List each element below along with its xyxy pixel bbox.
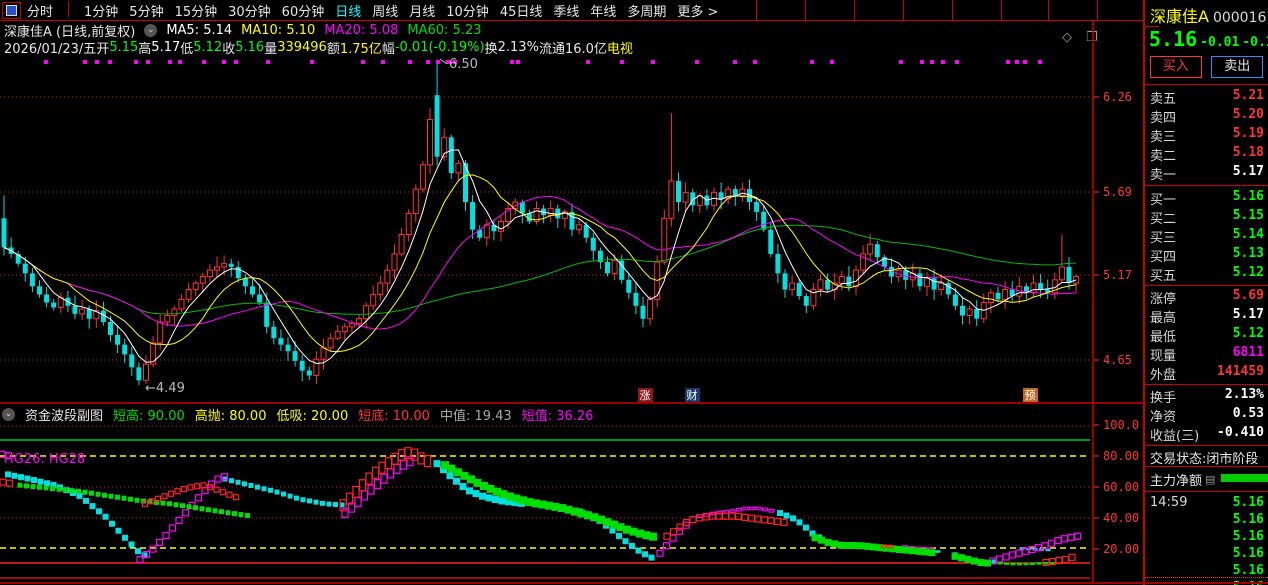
svg-text:5.69: 5.69 [1103, 185, 1132, 199]
indicator-param: 短值: 36.26 [522, 405, 594, 424]
sell-button[interactable]: 卖出 [1211, 56, 1263, 78]
panel-divider [1145, 384, 1268, 385]
tick-row: 14:595.16 [1145, 495, 1268, 513]
trade-status: 交易状态:闭市阶段 [1150, 448, 1258, 467]
stat-row: 最高5.17 [1145, 307, 1268, 325]
svg-text:60.00: 60.00 [1103, 480, 1139, 494]
svg-text:4.65: 4.65 [1103, 353, 1132, 367]
bid-row: 买一5.16 [1145, 189, 1268, 207]
price-change: -0.01 [1200, 35, 1239, 50]
svg-text:6.26: 6.26 [1103, 90, 1132, 104]
tick-row: 5.16 [1145, 563, 1268, 581]
stat-row: 涨停5.69 [1145, 288, 1268, 306]
svg-text:涨: 涨 [640, 389, 651, 402]
svg-text:←4.49: ←4.49 [145, 381, 185, 396]
ask-row: 卖四5.20 [1145, 107, 1268, 125]
buy-button[interactable]: 买入 [1150, 56, 1202, 78]
bid-row: 买三5.14 [1145, 227, 1268, 245]
svg-text:100.0: 100.0 [1103, 418, 1139, 432]
svg-text:80.00: 80.00 [1103, 449, 1139, 463]
last-price: 5.16-0.01-0.19 [1149, 27, 1268, 51]
trading-app-window: 分时1分钟5分钟15分钟30分钟60分钟日线周线月线10分钟45日线季线年线多周… [0, 0, 1268, 585]
svg-text:6.50: 6.50 [449, 57, 478, 72]
sub-indicator-header: ⌄ 资金波段副图短高: 90.00 高抛: 80.00 低吸: 20.00 短底: 10… [2, 405, 593, 423]
stat-row: 现量6811 [1145, 345, 1268, 363]
ask-row: 卖一5.17 [1145, 164, 1268, 182]
indicator-param: 短高: 90.00 [113, 405, 185, 424]
ask-row: 卖三5.19 [1145, 126, 1268, 144]
stat-row: 最低5.12 [1145, 326, 1268, 344]
indicator-param: 短底: 10.00 [358, 405, 430, 424]
panel-divider [1145, 285, 1268, 286]
svg-text:40.00: 40.00 [1103, 511, 1139, 525]
quote-panel: 深康佳A000016 5.16-0.01-0.19 买入 卖出 卖五5.21卖四… [1143, 0, 1268, 585]
tick-row: 5.16 [1145, 512, 1268, 530]
stat-row: 外盘141459 [1145, 364, 1268, 382]
indicator-param: 高抛: 80.00 [195, 405, 267, 424]
tick-row: 5.16 [1145, 529, 1268, 547]
price-change-pct: -0.19 [1242, 35, 1268, 50]
indicator-param: 低吸: 20.00 [276, 405, 348, 424]
ask-row: 卖二5.18 [1145, 145, 1268, 163]
stat-row: 收益(三)-0.410 [1145, 425, 1268, 443]
main-chart-canvas: 6.26 5.69 5.17 4.65 100.0 80.00 60.00 40.00 20.0… [0, 0, 1143, 585]
list-icon[interactable]: ▤ [1205, 473, 1215, 486]
stock-code: 000016 [1213, 10, 1266, 26]
panel-divider [1145, 445, 1268, 446]
stat-row: 换手2.13% [1145, 387, 1268, 405]
panel-divider [1145, 185, 1268, 186]
svg-text:财: 财 [687, 388, 698, 402]
bid-row: 买二5.15 [1145, 208, 1268, 226]
panel-divider [1145, 491, 1268, 492]
stock-name: 深康佳A000016 [1150, 3, 1266, 27]
bid-row: 买四5.13 [1145, 246, 1268, 264]
svg-text:20.00: 20.00 [1103, 542, 1139, 556]
main-net-row: 主力净额 ▤ [1150, 470, 1215, 489]
tick-row: 5.16 [1145, 546, 1268, 564]
net-inflow-bar [1221, 474, 1268, 482]
indicator-param: 资金波段副图 [25, 405, 103, 424]
collapse-icon[interactable]: ⌄ [2, 408, 15, 421]
sub-indicator-series-label: HG26: HG28 [4, 452, 85, 467]
svg-text:5.17: 5.17 [1103, 268, 1132, 282]
bid-row: 买五5.12 [1145, 265, 1268, 283]
indicator-param: 中值: 19.43 [440, 405, 512, 424]
panel-divider [1145, 84, 1268, 85]
ask-row: 卖五5.21 [1145, 88, 1268, 106]
window-bottom-border [0, 582, 1268, 584]
stat-row: 净资0.53 [1145, 406, 1268, 424]
svg-text:预: 预 [1025, 389, 1036, 402]
